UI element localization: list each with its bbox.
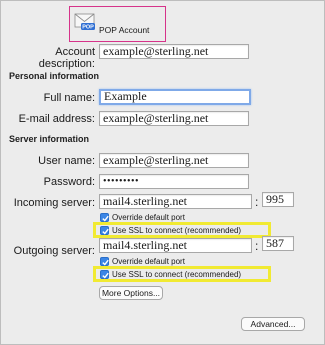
incoming-ssl-checkbox[interactable] — [100, 226, 109, 235]
user-name-label: User name: — [38, 155, 95, 167]
incoming-override-port-checkbox[interactable] — [100, 213, 109, 222]
checkmark-icon — [102, 272, 109, 279]
incoming-server-field[interactable]: mail4.sterling.net — [99, 194, 252, 209]
full-name-field[interactable]: Example — [99, 89, 251, 105]
outgoing-override-port-label: Override default port — [112, 257, 185, 266]
advanced-button[interactable]: Advanced... — [241, 317, 305, 331]
server-information-heading: Server information — [9, 134, 90, 144]
password-field[interactable]: ••••••••• — [99, 174, 249, 189]
outgoing-port-field[interactable]: 587 — [262, 236, 294, 251]
full-name-label: Full name: — [43, 92, 95, 104]
incoming-port-field[interactable]: 995 — [262, 192, 294, 207]
incoming-port-separator: : — [255, 195, 259, 209]
outgoing-port-separator: : — [255, 239, 259, 253]
outgoing-server-field[interactable]: mail4.sterling.net — [99, 238, 252, 253]
account-description-field[interactable]: example@sterling.net — [99, 44, 249, 59]
account-description-label: Account description: — [38, 46, 95, 70]
incoming-override-port-label: Override default port — [112, 213, 185, 222]
password-label: Password: — [43, 176, 95, 188]
outgoing-override-port-checkbox[interactable] — [100, 257, 109, 266]
personal-information-heading: Personal information — [9, 71, 100, 81]
outgoing-ssl-checkbox[interactable] — [100, 270, 109, 279]
outgoing-server-label: Outgoing server: — [13, 245, 95, 257]
incoming-server-label: Incoming server: — [13, 197, 95, 209]
user-name-field[interactable]: example@sterling.net — [99, 153, 249, 168]
more-options-button[interactable]: More Options... — [99, 286, 163, 300]
envelope-pop-icon: POP — [74, 12, 96, 32]
email-address-field[interactable]: example@sterling.net — [99, 111, 249, 126]
incoming-ssl-label: Use SSL to connect (recommended) — [112, 226, 242, 235]
outgoing-ssl-label: Use SSL to connect (recommended) — [112, 270, 242, 279]
svg-text:POP: POP — [82, 25, 94, 31]
checkmark-icon — [102, 228, 109, 235]
account-type-label: POP Account — [99, 25, 150, 35]
account-settings-panel: POP POP Account Account description: exa… — [0, 0, 325, 345]
email-address-label: E-mail address: — [18, 113, 95, 125]
